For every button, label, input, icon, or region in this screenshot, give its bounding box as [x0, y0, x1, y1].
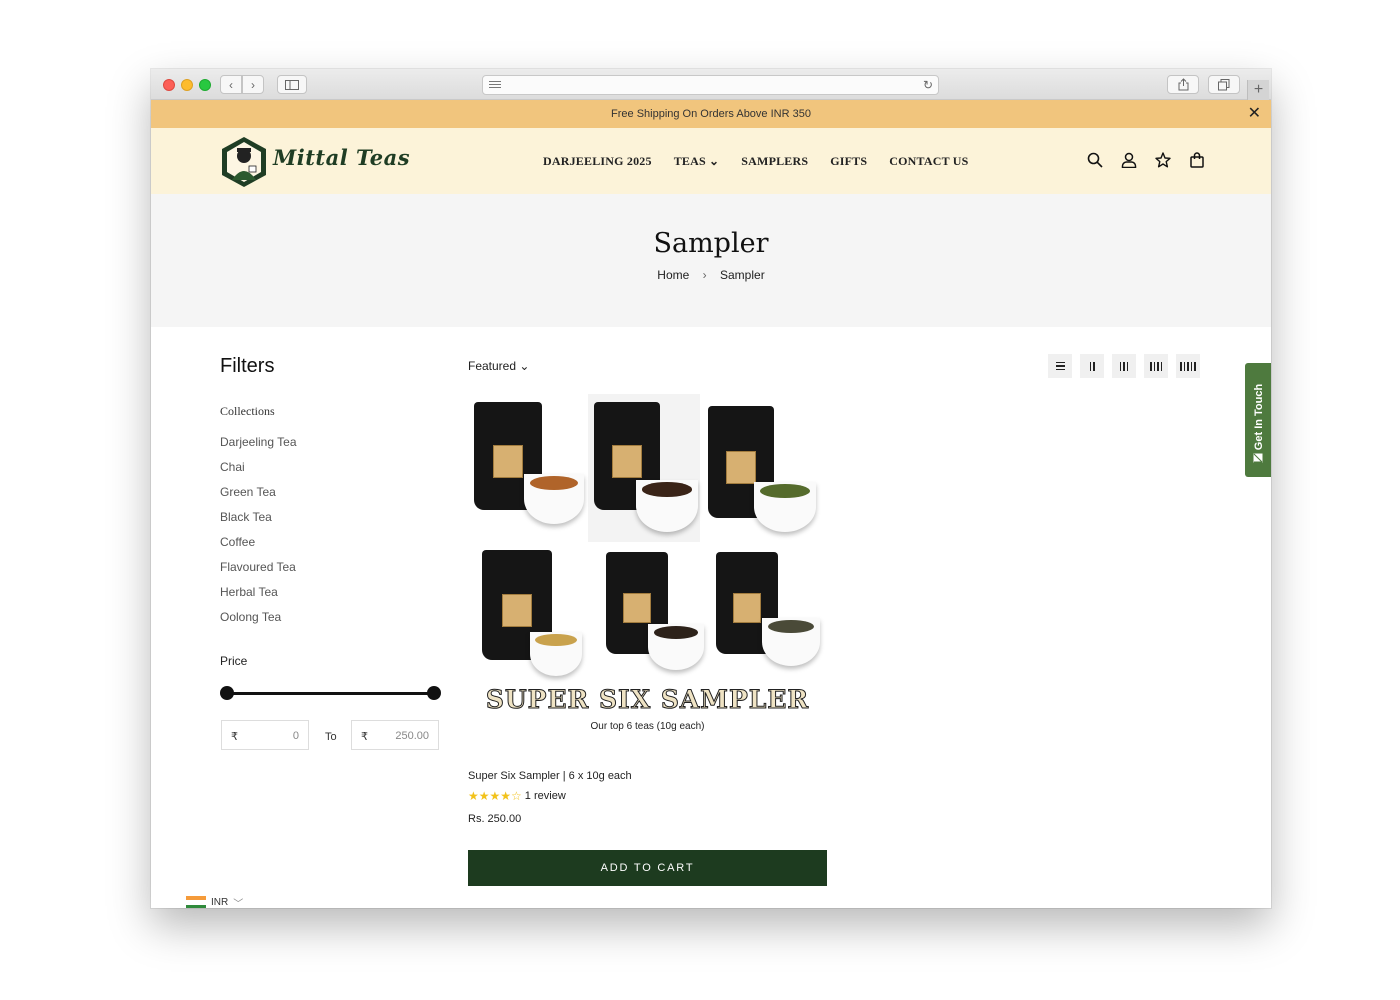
collections-list: Darjeeling Tea Chai Green Tea Black Tea …	[220, 435, 297, 635]
price-slider-min-handle[interactable]	[220, 686, 234, 700]
nav-item-darjeeling-2025[interactable]: DARJEELING 2025	[543, 154, 652, 169]
breadcrumb-home-link[interactable]: Home	[657, 268, 689, 282]
mail-icon	[1253, 453, 1263, 463]
sidebar-icon	[285, 79, 299, 90]
rating-stars-icon: ★★★★☆	[468, 789, 522, 803]
nav-item-gifts[interactable]: GIFTS	[830, 154, 867, 169]
browser-toolbar: ‹ › ↻ +	[151, 69, 1271, 100]
tabs-icon	[1218, 78, 1230, 90]
grid-5-column-button[interactable]	[1176, 354, 1200, 378]
brand-logo-text[interactable]: Mittal Teas	[273, 145, 410, 170]
add-to-cart-button[interactable]: ADD TO CART	[468, 850, 827, 886]
price-slider-max-handle[interactable]	[427, 686, 441, 700]
india-flag-icon	[186, 896, 206, 908]
tea-bowl-image	[636, 480, 698, 532]
price-min-value: 0	[292, 730, 299, 742]
chevron-left-icon: ‹	[229, 77, 233, 92]
breadcrumb: Home › Sampler	[151, 268, 1271, 282]
close-icon[interactable]: ✕	[1248, 100, 1261, 128]
collection-link-flavoured-tea[interactable]: Flavoured Tea	[220, 560, 297, 585]
sampler-banner-title: SUPER SIX SAMPLER	[485, 685, 810, 715]
collection-link-black-tea[interactable]: Black Tea	[220, 510, 297, 535]
collection-link-chai[interactable]: Chai	[220, 460, 297, 485]
grid-4-column-button[interactable]	[1144, 354, 1168, 378]
sort-dropdown[interactable]: Featured ⌄	[468, 359, 529, 373]
tea-bowl-image	[524, 474, 584, 524]
plus-icon: +	[1253, 81, 1264, 98]
get-in-touch-label: Get In Touch	[1253, 383, 1265, 451]
currency-code: INR	[211, 897, 229, 908]
review-count[interactable]: 1 review	[525, 790, 566, 802]
list-view-button[interactable]	[1048, 354, 1072, 378]
product-rating: ★★★★☆ 1 review	[468, 789, 566, 803]
breadcrumb-separator: ›	[702, 268, 707, 282]
search-icon[interactable]	[1087, 152, 1103, 168]
close-window-button[interactable]	[163, 79, 175, 91]
rupee-symbol: ₹	[231, 731, 238, 743]
tea-bowl-image	[530, 632, 582, 676]
collection-link-green-tea[interactable]: Green Tea	[220, 485, 297, 510]
rupee-symbol: ₹	[361, 731, 368, 743]
collections-heading: Collections	[220, 404, 275, 418]
tea-bowl-image	[754, 482, 816, 532]
page-title: Sampler	[653, 228, 769, 259]
collection-link-coffee[interactable]: Coffee	[220, 535, 297, 560]
account-icon[interactable]	[1121, 152, 1137, 168]
tea-bowl-image	[762, 618, 820, 666]
tea-bowl-image	[648, 624, 704, 670]
grid-3-column-button[interactable]	[1112, 354, 1136, 378]
grid-view-switcher	[1048, 354, 1200, 378]
browser-window: ‹ › ↻ + Free Shipping On Orders Above IN…	[151, 69, 1271, 908]
price-max-value: 250.00	[395, 730, 429, 742]
price-slider-track[interactable]	[227, 692, 434, 695]
reader-icon[interactable]	[489, 81, 501, 90]
nav-item-contact-us[interactable]: CONTACT US	[889, 154, 968, 169]
back-button[interactable]: ‹	[220, 75, 242, 94]
zoom-window-button[interactable]	[199, 79, 211, 91]
price-filter-heading: Price	[220, 654, 248, 668]
header-actions	[1087, 152, 1205, 168]
product-price: Rs. 250.00	[468, 813, 522, 825]
currency-selector[interactable]: INR ﹀	[186, 895, 243, 908]
show-tabs-button[interactable]	[1208, 75, 1240, 94]
get-in-touch-tab[interactable]: Get In Touch	[1245, 363, 1271, 477]
reload-icon[interactable]: ↻	[923, 78, 933, 92]
sidebar-toggle-button[interactable]	[277, 75, 307, 94]
address-bar[interactable]: ↻	[482, 75, 939, 95]
sampler-banner-subtitle: Our top 6 teas (10g each)	[590, 721, 705, 732]
collection-link-darjeeling-tea[interactable]: Darjeeling Tea	[220, 435, 297, 460]
new-tab-button[interactable]: +	[1247, 80, 1269, 100]
page-title-band: Sampler Home › Sampler	[151, 194, 1271, 327]
product-image[interactable]: SUPER SIX SAMPLER Our top 6 teas (10g ea…	[468, 394, 827, 746]
price-max-input[interactable]: ₹ 250.00	[351, 720, 439, 750]
logo-emblem-icon[interactable]	[220, 136, 268, 188]
chevron-right-icon: ›	[251, 77, 255, 92]
announcement-bar: Free Shipping On Orders Above INR 350 ✕	[151, 100, 1271, 128]
collection-link-herbal-tea[interactable]: Herbal Tea	[220, 585, 297, 610]
filters-heading: Filters	[220, 355, 275, 377]
chevron-down-icon: ﹀	[233, 899, 244, 908]
minimize-window-button[interactable]	[181, 79, 193, 91]
cart-bag-icon[interactable]	[1189, 152, 1205, 168]
share-icon	[1178, 78, 1188, 91]
main-navigation: DARJEELING 2025 TEAS ⌄ SAMPLERS GIFTS CO…	[543, 154, 969, 169]
breadcrumb-current: Sampler	[720, 268, 765, 282]
collection-link-oolong-tea[interactable]: Oolong Tea	[220, 610, 297, 635]
price-min-input[interactable]: ₹ 0	[221, 720, 309, 750]
site-header: Mittal Teas DARJEELING 2025 TEAS ⌄ SAMPL…	[151, 128, 1271, 194]
announcement-text: Free Shipping On Orders Above INR 350	[611, 108, 811, 120]
nav-item-teas[interactable]: TEAS ⌄	[674, 154, 720, 169]
wishlist-star-icon[interactable]	[1155, 152, 1171, 168]
grid-2-column-button[interactable]	[1080, 354, 1104, 378]
product-title[interactable]: Super Six Sampler | 6 x 10g each	[468, 770, 632, 782]
forward-button[interactable]: ›	[242, 75, 264, 94]
nav-item-samplers[interactable]: SAMPLERS	[741, 154, 808, 169]
price-to-label: To	[325, 731, 337, 743]
share-button[interactable]	[1167, 75, 1199, 94]
